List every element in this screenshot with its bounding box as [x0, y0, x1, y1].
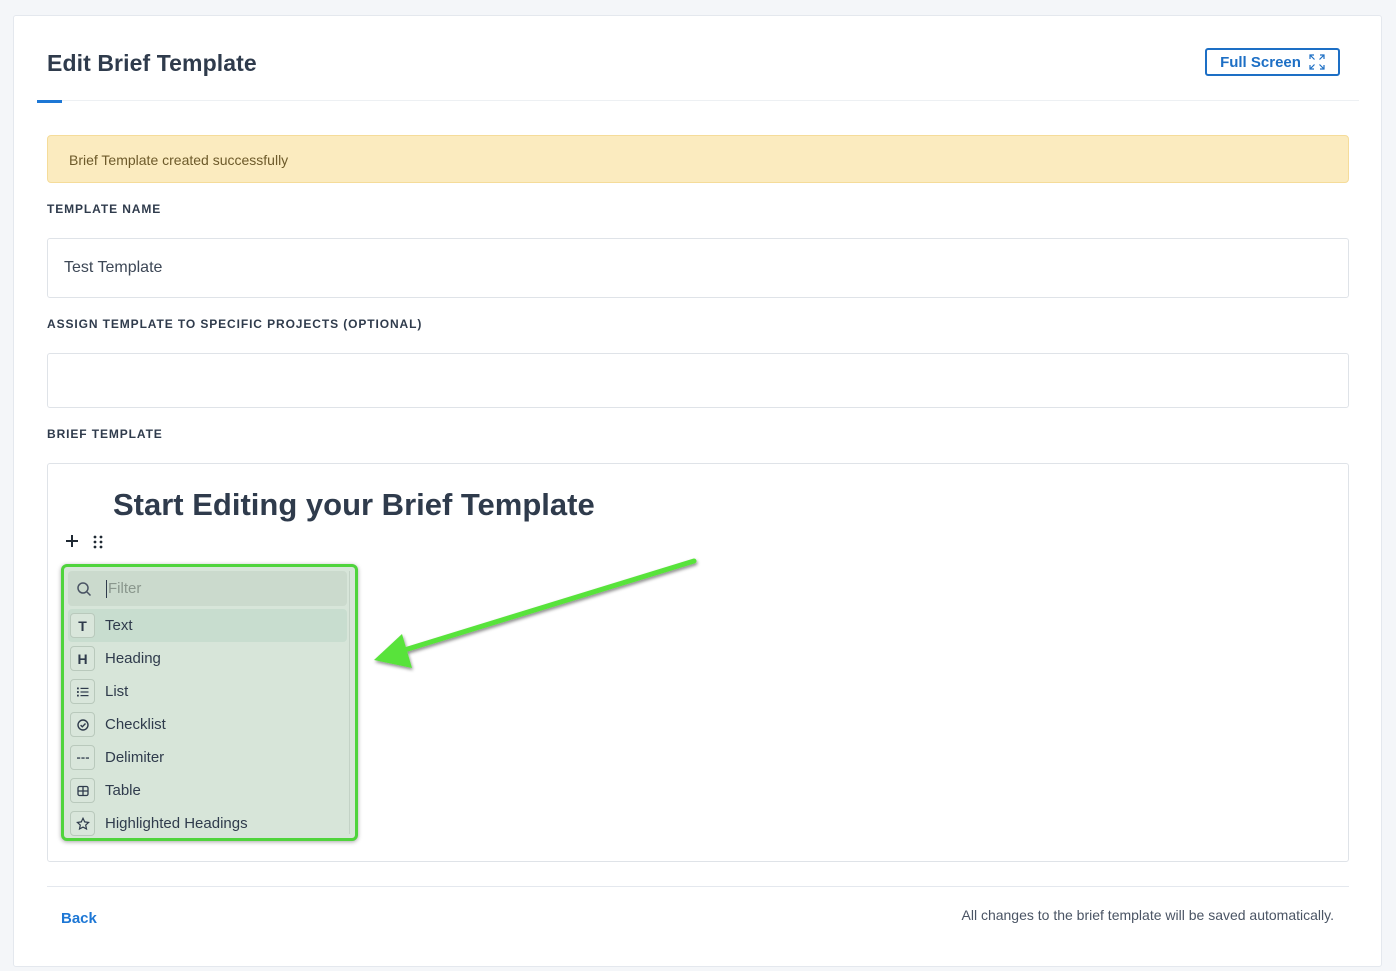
title-accent-bar — [37, 100, 62, 103]
star-icon — [70, 811, 95, 836]
tool-item-highlighted-headings[interactable]: Highlighted Headings — [68, 807, 347, 838]
success-alert: Brief Template created successfully — [47, 135, 1349, 183]
tool-item-list[interactable]: List — [68, 675, 347, 708]
expand-icon — [1309, 54, 1325, 70]
heading-icon: H — [70, 646, 95, 671]
assign-projects-input[interactable] — [47, 353, 1349, 408]
delimiter-icon — [70, 745, 95, 770]
tool-label: Text — [105, 617, 133, 634]
filter-input[interactable] — [106, 579, 306, 598]
tool-label: Checklist — [105, 716, 166, 733]
brief-template-label: BRIEF TEMPLATE — [47, 427, 163, 441]
toolbox-scrollbar[interactable] — [349, 571, 355, 834]
tool-item-heading[interactable]: H Heading — [68, 642, 347, 675]
add-block-icon[interactable] — [64, 533, 80, 549]
tool-label: Delimiter — [105, 749, 165, 766]
full-screen-label: Full Screen — [1220, 53, 1301, 71]
assign-projects-label: ASSIGN TEMPLATE TO SPECIFIC PROJECTS (OP… — [47, 317, 423, 331]
editor-heading[interactable]: Start Editing your Brief Template — [113, 487, 595, 523]
template-name-input[interactable] — [47, 238, 1349, 298]
edit-brief-template-card: Edit Brief Template Full Screen Brief Te… — [13, 15, 1382, 967]
tool-item-table[interactable]: Table — [68, 774, 347, 807]
autosave-note: All changes to the brief template will b… — [961, 907, 1335, 923]
template-name-label: TEMPLATE NAME — [47, 202, 162, 216]
tool-label: List — [105, 683, 129, 700]
tool-item-checklist[interactable]: Checklist — [68, 708, 347, 741]
page-title: Edit Brief Template — [47, 50, 257, 76]
tool-item-text[interactable]: T Text — [68, 609, 347, 642]
brief-template-editor[interactable]: Start Editing your Brief Template T — [47, 463, 1349, 862]
text-icon: T — [70, 613, 95, 638]
alert-message: Brief Template created successfully — [69, 152, 289, 168]
list-icon — [70, 679, 95, 704]
tool-label: Table — [105, 782, 141, 799]
tool-label: Heading — [105, 650, 161, 667]
full-screen-button[interactable]: Full Screen — [1205, 48, 1340, 76]
tool-item-delimiter[interactable]: Delimiter — [68, 741, 347, 774]
checklist-icon — [70, 712, 95, 737]
toolbox-filter[interactable] — [68, 571, 347, 606]
drag-handle-icon[interactable] — [92, 535, 104, 549]
block-toolbox-popover: T Text H Heading — [61, 564, 358, 841]
table-icon — [70, 778, 95, 803]
back-link[interactable]: Back — [61, 910, 97, 927]
footer-divider — [47, 886, 1349, 887]
search-icon — [77, 581, 92, 596]
title-divider — [47, 100, 1359, 101]
tool-label: Highlighted Headings — [105, 815, 248, 832]
